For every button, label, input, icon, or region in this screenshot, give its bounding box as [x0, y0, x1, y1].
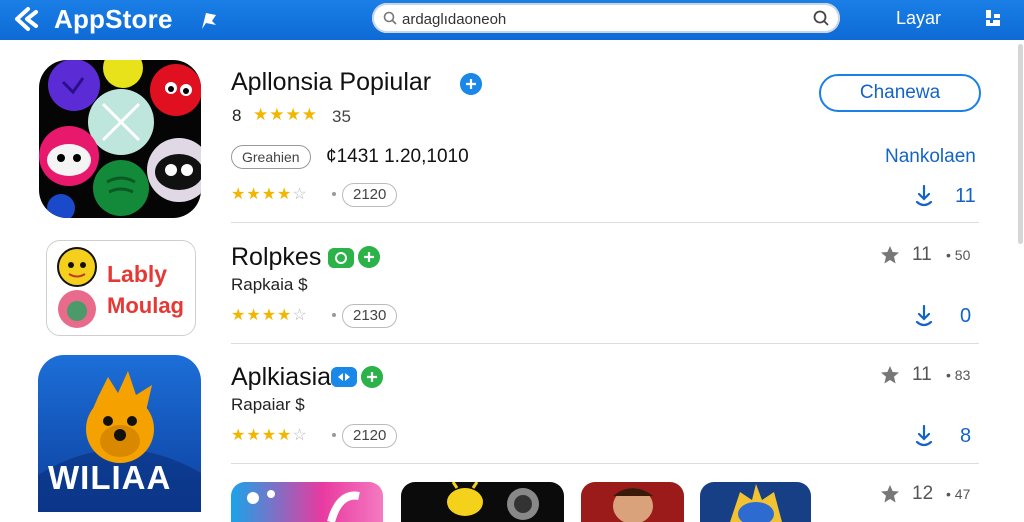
bottom-app-artwork-2 [447, 482, 539, 520]
app-meta-value: 11 [912, 244, 932, 265]
star-icon[interactable] [880, 245, 900, 265]
featured-app-artwork [39, 60, 201, 218]
search-bar[interactable] [372, 3, 840, 33]
app-rating-pill: 2120 [342, 424, 398, 448]
search-submit-icon[interactable] [812, 9, 830, 27]
featured-stars: ★★★★ [253, 105, 318, 124]
bottom-app-icon-2[interactable] [401, 482, 564, 522]
bottom-app-icon-3[interactable] [581, 482, 684, 522]
app-icon-rolpkes[interactable]: Lably Moulag [46, 240, 196, 336]
download-icon[interactable] [914, 424, 934, 448]
check-icon [361, 366, 383, 388]
star-icon[interactable] [880, 365, 900, 385]
featured-download-count: 11 [955, 185, 976, 207]
flag-icon[interactable] [198, 9, 220, 31]
app-rating-pill: 2130 [342, 304, 398, 328]
layar-link[interactable]: Layar [896, 8, 941, 29]
scrollbar[interactable] [1018, 44, 1023, 244]
top-bar: AppStore Layar [0, 0, 1024, 40]
verified-icon [331, 367, 357, 387]
featured-price: ¢1431 1.20,1010 [326, 146, 469, 167]
featured-rating-count: 35 [332, 107, 351, 126]
row-divider [231, 463, 979, 464]
category-pill[interactable]: Greahien [231, 145, 311, 169]
featured-side-link[interactable]: Nankolaen [885, 146, 976, 168]
verified-icon [328, 248, 354, 268]
app-star-rating: ★★★★☆ [231, 427, 308, 444]
app-meta-extra: • 83 [946, 367, 971, 383]
row-divider [231, 343, 979, 344]
separator-dot [332, 192, 336, 196]
check-icon [358, 246, 380, 268]
rolpkes-icon-text-1: Lably [107, 261, 168, 287]
bottom-app-artwork-1 [247, 490, 360, 522]
open-button[interactable]: Chanewa [819, 74, 981, 112]
featured-app-icon[interactable] [39, 60, 201, 218]
app-icon-aplkiasia[interactable]: WILIAA [38, 355, 201, 512]
rolpkes-artwork [57, 247, 97, 328]
search-icon [383, 11, 397, 25]
app-store-title[interactable]: AppStore [54, 4, 173, 35]
back-icon[interactable] [12, 6, 40, 32]
star-icon[interactable] [880, 484, 900, 504]
app-meta-value: 11 [912, 364, 932, 385]
app-star-rating: ★★★★☆ [231, 307, 308, 324]
bottom-app-icon-1[interactable] [231, 482, 383, 522]
bottom-app-icon-4[interactable] [700, 482, 811, 522]
search-input[interactable] [400, 8, 804, 30]
app-meta-extra: • 47 [946, 486, 971, 502]
app-meta-value: 12 [912, 483, 934, 504]
download-icon[interactable] [914, 184, 934, 208]
app-download-count: 0 [960, 305, 972, 327]
download-icon[interactable] [914, 304, 934, 328]
app-title[interactable]: Aplkiasia [231, 363, 331, 392]
aplkiasia-icon-text: WILIAA [48, 459, 172, 496]
app-meta-extra: • 50 [946, 247, 971, 263]
app-subtitle: Rapkaia $ [231, 275, 308, 294]
app-subtitle: Rapaiar $ [231, 395, 305, 414]
separator-dot [332, 313, 336, 317]
app-title[interactable]: Rolpkes [231, 243, 321, 272]
rolpkes-icon-text-2: Moulag [107, 293, 184, 318]
app-download-count: 8 [960, 425, 972, 447]
verified-icon [460, 73, 482, 95]
bottom-app-artwork-4 [730, 484, 782, 522]
featured-rank: 8 [232, 106, 242, 125]
grid-icon[interactable] [982, 8, 1004, 30]
separator-dot [332, 433, 336, 437]
featured-app-title[interactable]: Apllonsia Popiular [231, 68, 431, 97]
featured-rating-pill: 2120 [342, 183, 398, 207]
bottom-app-artwork-3 [613, 488, 653, 522]
featured-star-rating: ★★★★☆ [231, 186, 308, 203]
row-divider [231, 222, 979, 223]
